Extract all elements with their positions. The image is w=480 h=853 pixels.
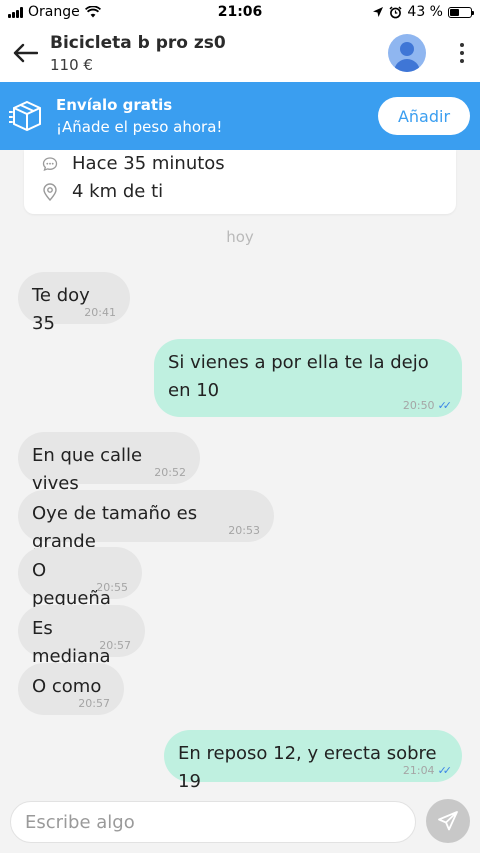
status-left: Orange [8,4,101,20]
compose-bar [0,799,480,853]
message-time: 21:04 ✓✓ [402,764,453,777]
message-bubble[interactable]: Oye de tamaño es grande 20:53 [18,490,274,552]
location-pin-icon [43,182,57,201]
back-arrow-icon [13,43,38,63]
read-ticks-icon: ✓✓ [437,399,453,412]
message-input[interactable] [10,801,416,843]
message-bubble[interactable]: Es mediana 20:57 [18,605,145,667]
message-bubble[interactable]: O como 20:57 [18,663,124,715]
clock: 21:06 [217,4,263,20]
read-ticks-icon: ✓✓ [437,764,453,777]
message-text: En que calle vives [32,445,143,494]
add-weight-button[interactable]: Añadir [378,97,470,135]
battery-icon [448,6,474,18]
message-time: 20:53 [228,524,260,537]
message-time: 20:57 [78,697,110,710]
chat-bubble-icon [42,156,58,171]
signal-icon [8,6,23,18]
message-text: O como [32,676,102,697]
shipping-subtitle: ¡Añade el peso ahora! [56,118,223,136]
message-time: 20:41 [84,306,116,319]
status-bar: Orange 21:06 43 % [0,0,480,24]
posted-row: Hace 35 minutos [42,153,225,174]
battery-fill [450,8,459,16]
more-options-button[interactable] [444,24,480,82]
message-time: 20:55 [96,581,128,594]
item-title: Bicicleta b pro zs0 [50,32,226,53]
shipping-banner: Envíalo gratis ¡Añade el peso ahora! Aña… [0,82,480,150]
message-bubble[interactable]: Te doy 35 20:41 [18,272,130,334]
posted-time: Hace 35 minutos [72,153,225,174]
message-text: Te doy 35 [32,285,90,334]
item-details-card: Hace 35 minutos 4 km de ti [24,150,456,214]
message-bubble[interactable]: O pequeña 20:55 [18,547,142,609]
message-bubble[interactable]: Si vienes a por ella te la dejo en 10 20… [154,339,462,417]
carrier-label: Orange [28,4,80,20]
item-info[interactable]: Bicicleta b pro zs0 110 € [50,33,388,74]
wifi-icon [84,6,101,18]
message-time: 20:50 ✓✓ [402,399,453,412]
send-button[interactable] [426,799,470,843]
message-time: 20:57 [99,639,131,652]
message-bubble[interactable]: En que calle vives 20:52 [18,432,200,494]
location-arrow-icon [373,7,384,17]
message-bubble[interactable]: En reposo 12, y erecta sobre 19 21:04 ✓✓ [164,730,462,792]
message-text: Si vienes a por ella te la dejo en 10 [168,352,429,401]
shipping-text: Envíalo gratis ¡Añade el peso ahora! [54,96,378,136]
item-price: 110 € [50,55,93,74]
distance-row: 4 km de ti [42,181,163,202]
message-text: En reposo 12, y erecta sobre 19 [178,743,437,792]
shipping-title: Envíalo gratis [56,96,173,114]
package-icon [0,82,54,150]
alarm-icon [389,5,402,18]
chat-header: Bicicleta b pro zs0 110 € [0,24,480,82]
distance-text: 4 km de ti [72,181,164,202]
battery-percent: 43 % [407,4,443,20]
avatar[interactable] [388,34,426,72]
back-button[interactable] [0,24,50,82]
message-time: 20:52 [154,466,186,479]
message-text: Oye de tamaño es grande [32,503,198,552]
day-separator: hoy [226,228,254,246]
send-icon [438,811,458,831]
status-right: 43 % [372,4,474,20]
